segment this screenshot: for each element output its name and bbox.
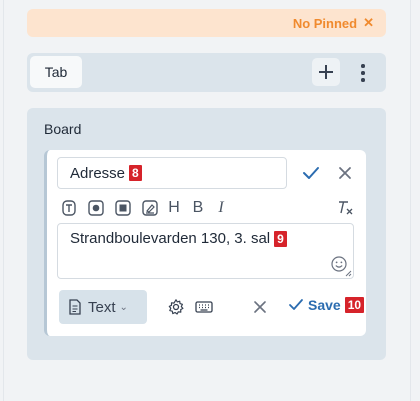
heading-button[interactable]: H — [165, 198, 183, 218]
more-options-icon[interactable] — [357, 63, 369, 83]
title-input[interactable]: Adresse 8 — [57, 157, 287, 189]
checkbox-icon[interactable] — [114, 198, 132, 218]
save-label: Save — [308, 297, 341, 313]
element-marker: 9 — [274, 230, 287, 247]
resize-handle-icon[interactable] — [344, 269, 352, 277]
body-value: Strandboulevarden 130, 3. sal — [70, 230, 271, 247]
confirm-check-icon[interactable] — [302, 165, 320, 181]
board-title: Board — [44, 121, 82, 137]
right-divider — [410, 0, 411, 401]
add-tab-button[interactable] — [312, 58, 340, 86]
element-marker: 10 — [344, 297, 365, 313]
title-value: Adresse — [70, 164, 126, 182]
body-textarea[interactable]: Strandboulevarden 130, 3. sal 9 — [57, 223, 354, 279]
type-select[interactable]: Text ⌄ — [59, 290, 147, 324]
italic-button[interactable]: I — [213, 198, 229, 218]
formatting-toolbar: H B I — [61, 198, 361, 218]
tab-item[interactable]: Tab — [30, 56, 82, 88]
chevron-down-icon: ⌄ — [119, 301, 128, 313]
close-pinned-icon[interactable]: ✕ — [363, 15, 374, 31]
tab-bar: Tab — [27, 53, 386, 92]
left-divider — [3, 0, 4, 401]
note-editor: Adresse 8 H B I Strandboulevarden 130, 3… — [44, 150, 366, 336]
editor-actions: Text ⌄ Save 10 — [57, 290, 365, 324]
gear-icon[interactable] — [167, 298, 185, 316]
no-pinned-label: No Pinned — [292, 15, 358, 31]
check-icon — [289, 299, 303, 310]
keyboard-icon[interactable] — [195, 298, 213, 316]
clear-format-icon[interactable] — [337, 198, 355, 218]
no-pinned-bar[interactable]: No Pinned ✕ — [27, 9, 386, 37]
radio-icon[interactable] — [87, 198, 105, 218]
document-icon — [69, 299, 81, 315]
element-marker: 8 — [129, 165, 142, 181]
bold-button[interactable]: B — [189, 198, 207, 218]
discard-close-icon[interactable] — [253, 300, 267, 314]
signature-icon[interactable] — [141, 198, 159, 218]
board-panel: Board Adresse 8 H B I Strandboulevarden … — [27, 108, 386, 360]
text-style-icon[interactable] — [61, 198, 77, 218]
type-select-label: Text — [88, 298, 116, 316]
cancel-close-icon[interactable] — [337, 165, 353, 181]
save-button[interactable]: Save 10 — [288, 297, 365, 313]
